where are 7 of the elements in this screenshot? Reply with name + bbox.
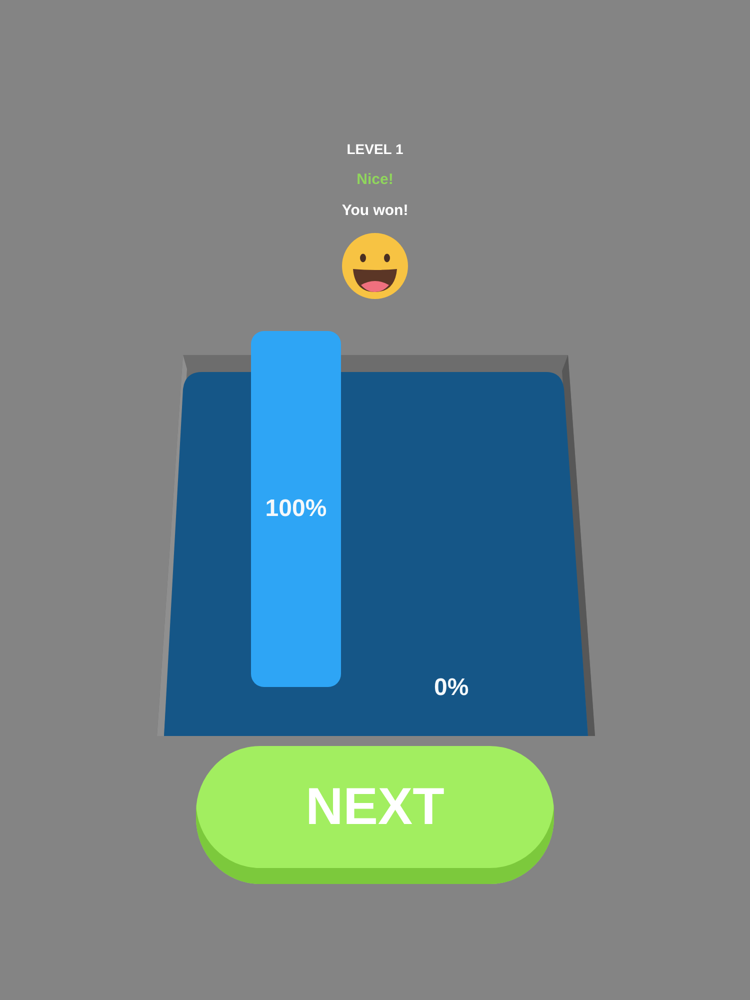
- praise-text: Nice!: [356, 171, 394, 189]
- win-message: You won!: [342, 202, 408, 220]
- next-button[interactable]: NEXT: [196, 746, 554, 884]
- grinning-face-icon: [342, 233, 408, 299]
- level-title: LEVEL 1: [346, 140, 404, 158]
- percent-label: 0%: [434, 674, 469, 702]
- percent-label: 100%: [265, 495, 327, 523]
